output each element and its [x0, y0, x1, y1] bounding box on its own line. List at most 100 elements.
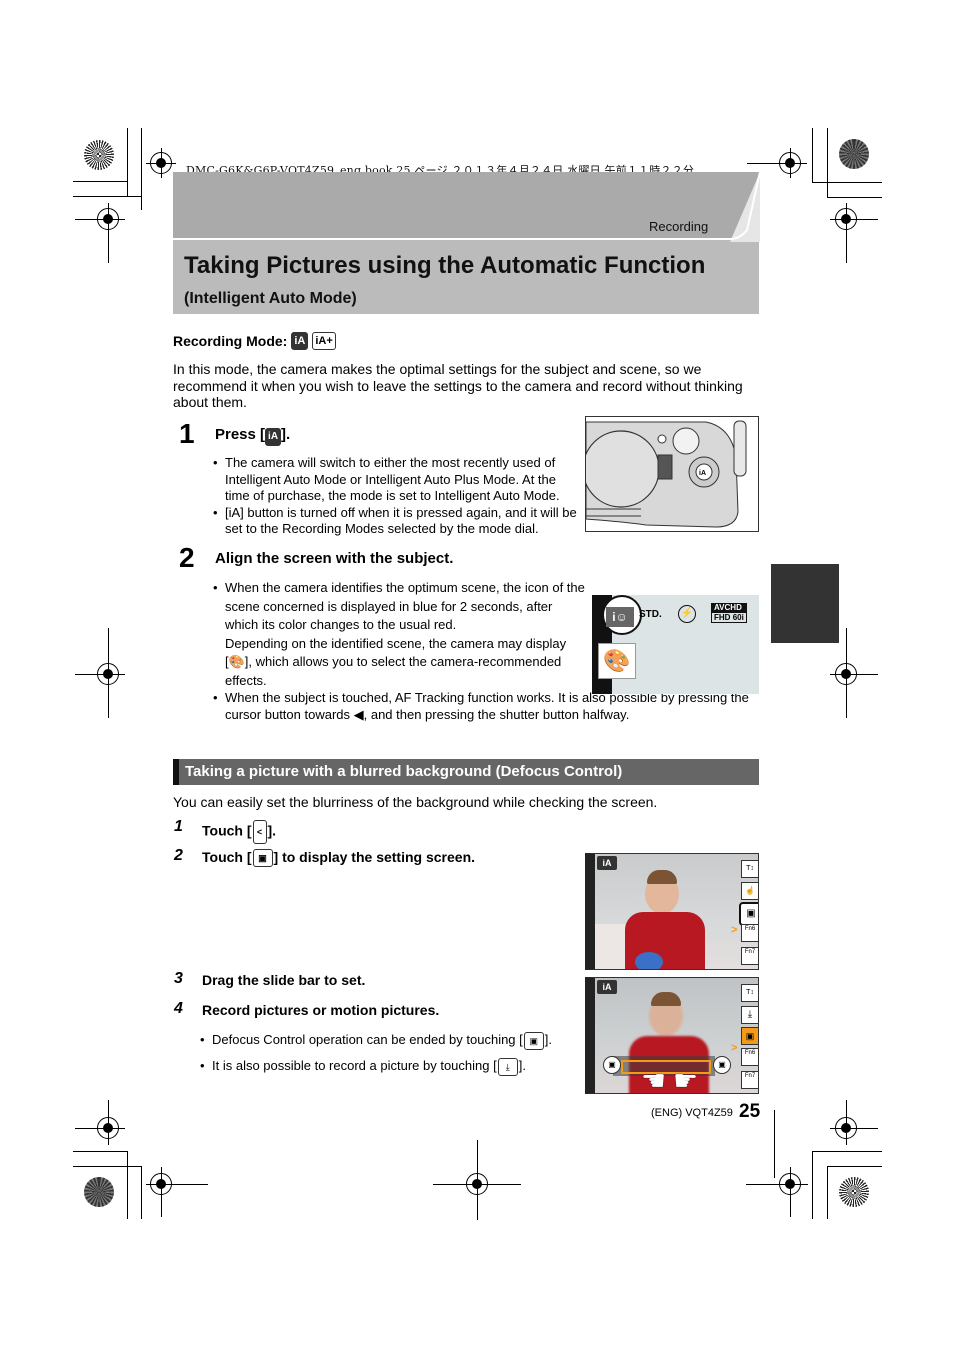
- sub-step-title: Touch [▣] to display the setting screen.: [202, 849, 476, 868]
- registration-mark-icon: [779, 152, 801, 174]
- page-title: Taking Pictures using the Automatic Func…: [184, 252, 706, 279]
- camera-screen-illustration: i☺ STD. ⚡ AVCHD FHD 60i 🎨: [592, 595, 759, 694]
- expand-arrow-icon[interactable]: >: [731, 924, 737, 936]
- crop-line: [141, 1166, 142, 1219]
- frame-rate-label: 60i: [732, 613, 744, 622]
- sofa: [595, 924, 625, 969]
- step-2-bullets: When the camera identifies the optimum s…: [213, 579, 588, 690]
- crop-line: [827, 1166, 882, 1167]
- crop-line: [73, 1151, 128, 1152]
- step-2-bullets-2: When the subject is touched, AF Tracking…: [213, 690, 758, 723]
- crop-line: [812, 128, 813, 183]
- expand-arrow-icon[interactable]: >: [731, 1042, 737, 1054]
- touch-shutter-icon[interactable]: ☝: [741, 882, 758, 900]
- chevron-left-icon: <: [252, 820, 267, 844]
- crop-line: [812, 1151, 882, 1152]
- registration-mark-icon: [97, 1117, 119, 1139]
- registration-mark-icon: [97, 663, 119, 685]
- defocus-bullets: Defocus Control operation can be ended b…: [200, 1027, 580, 1079]
- registration-mark-icon: [835, 208, 857, 230]
- sub-step-text: ] to display the setting screen.: [273, 849, 476, 865]
- registration-mark-icon: [466, 1173, 488, 1195]
- fn7-button[interactable]: Fn7: [741, 1071, 758, 1089]
- step-title-text: Press [: [215, 426, 266, 443]
- sub-step-number: 1: [174, 818, 183, 835]
- step-number: 1: [179, 418, 195, 449]
- step-title: Press [iA].: [215, 426, 290, 446]
- crop-line: [827, 1166, 828, 1219]
- crop-line: [812, 182, 882, 183]
- intelligent-auto-icon: iA: [291, 332, 309, 350]
- shutter-icon: ⤓: [497, 1057, 518, 1076]
- registration-mark-icon: [835, 1117, 857, 1139]
- sub-step-text: Touch [: [202, 822, 252, 839]
- color-target-icon: [84, 1177, 114, 1207]
- defocus-screen-photo-1: iA T↕ ☝ ▣ > Fn6 Fn7: [585, 853, 759, 970]
- defocus-control-button[interactable]: ▣: [739, 902, 758, 926]
- quality-std-label: STD.: [639, 609, 662, 620]
- avchd-label: AVCHD: [711, 603, 747, 612]
- bullet-item: When the subject is touched, AF Tracking…: [213, 690, 758, 723]
- intro-paragraph: In this mode, the camera makes the optim…: [173, 361, 743, 410]
- sub-step-text: ].: [267, 822, 277, 839]
- color-target-icon: [839, 139, 869, 169]
- step-number: 2: [179, 542, 195, 573]
- crop-line: [827, 197, 882, 198]
- ball: [635, 952, 663, 969]
- fn6-button[interactable]: Fn6: [741, 924, 758, 942]
- defocus-max-icon[interactable]: ▣: [713, 1056, 731, 1074]
- camera-button-label: iA: [699, 470, 706, 477]
- hand-drag-icon: ☛: [673, 1065, 699, 1094]
- fn7-button[interactable]: Fn7: [741, 947, 758, 965]
- hand-drag-icon: ☚: [641, 1065, 667, 1094]
- bullet-continuation: Depending on the identified scene, the c…: [225, 635, 567, 688]
- intelligent-auto-icon: iA: [597, 856, 617, 870]
- defocus-min-icon[interactable]: ▣: [603, 1056, 621, 1074]
- crop-line: [127, 1151, 128, 1219]
- crop-line: [73, 196, 142, 197]
- sub-step-title: Touch [<].: [202, 820, 276, 844]
- defocus-icon: ▣: [252, 849, 273, 868]
- section-label: Recording: [649, 219, 709, 234]
- zoom-icon[interactable]: T↕: [741, 860, 758, 878]
- bullet-item: It is also possible to record a picture …: [200, 1053, 580, 1079]
- bullet-text: ].: [518, 1058, 526, 1073]
- bullet-text: ].: [544, 1032, 552, 1047]
- fn6-button[interactable]: Fn6: [741, 1048, 758, 1066]
- camera-body-icon: iA: [586, 420, 747, 528]
- child-hair: [647, 870, 677, 884]
- scene-icon: i☺: [606, 607, 634, 627]
- sub-step-number: 3: [174, 970, 183, 987]
- page-subtitle: (Intelligent Auto Mode): [184, 290, 357, 307]
- crop-line: [73, 1166, 142, 1167]
- header-corner-curve: [700, 172, 760, 242]
- registration-mark-icon: [97, 208, 119, 230]
- color-target-icon: [84, 140, 114, 170]
- sub-step-title: Record pictures or motion pictures.: [202, 1002, 440, 1018]
- registration-mark-icon: [835, 663, 857, 685]
- sub-step-number: 4: [174, 1000, 183, 1017]
- defocus-screen-photo-2: iA ▣ ▣ ☚ ☛ T↕ ⤓ ▣ > Fn6 Fn7: [585, 977, 759, 1094]
- manual-code: (ENG) VQT4Z59: [651, 1107, 733, 1119]
- bullet-item: Defocus Control operation can be ended b…: [200, 1027, 580, 1053]
- sub-step-text: Touch [: [202, 849, 252, 865]
- sub-step-number: 2: [174, 847, 183, 864]
- crop-line: [127, 128, 128, 196]
- bullet-text: Defocus Control operation can be ended b…: [212, 1032, 523, 1047]
- creative-effects-icon: 🎨: [598, 643, 636, 679]
- defocus-icon: ▣: [523, 1031, 544, 1050]
- recording-mode: Recording Mode: iA iA+: [173, 332, 336, 350]
- crop-line: [774, 1110, 775, 1178]
- defocus-control-button[interactable]: ▣: [741, 1027, 758, 1045]
- recording-mode-label: Recording Mode:: [173, 333, 288, 349]
- zoom-icon[interactable]: T↕: [741, 984, 758, 1002]
- flash-off-icon: ⚡: [678, 605, 696, 623]
- shutter-icon[interactable]: ⤓: [741, 1006, 758, 1024]
- intelligent-auto-plus-icon: iA+: [312, 332, 336, 350]
- bullet-text: It is also possible to record a picture …: [212, 1058, 497, 1073]
- section-heading: Taking a picture with a blurred backgrou…: [173, 759, 759, 785]
- step-1-bullets: The camera will switch to either the mos…: [213, 455, 583, 538]
- registration-mark-icon: [150, 152, 172, 174]
- bullet-item: When the camera identifies the optimum s…: [213, 579, 588, 635]
- fhd-label: FHD: [714, 613, 731, 622]
